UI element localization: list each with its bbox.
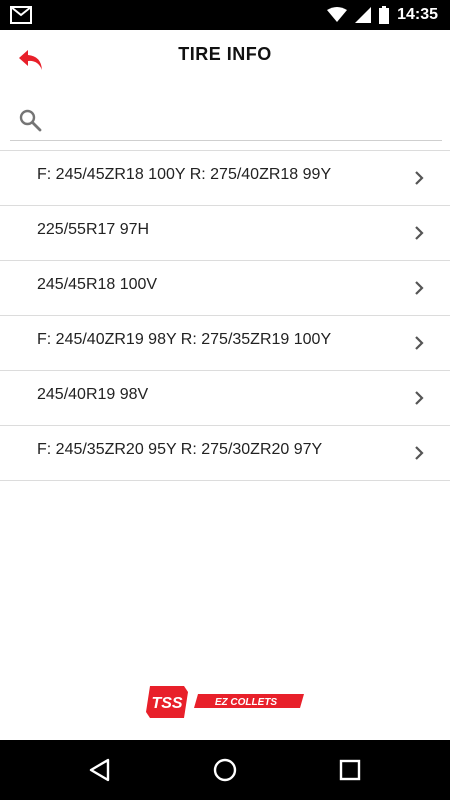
home-circle-icon[interactable] (211, 756, 239, 784)
tire-label: 245/40R19 98V (37, 386, 149, 403)
wifi-icon (327, 7, 348, 22)
tire-row-0[interactable]: F: 245/45ZR18 100Y R: 275/40ZR18 99Y (0, 151, 450, 206)
tire-label: F: 245/45ZR18 100Y R: 275/40ZR18 99Y (37, 166, 332, 183)
recents-square-icon[interactable] (336, 756, 364, 784)
nav-bar (0, 740, 450, 800)
chevron-right-icon (415, 446, 424, 460)
mail-icon (10, 6, 32, 24)
tire-list: F: 245/45ZR18 100Y R: 275/40ZR18 99Y 225… (0, 150, 450, 481)
app-bar: TIRE INFO (0, 30, 450, 86)
tire-label: 225/55R17 97H (37, 221, 150, 238)
search-input[interactable] (54, 106, 438, 136)
search-icon (19, 109, 42, 132)
tire-row-5[interactable]: F: 245/35ZR20 95Y R: 275/30ZR20 97Y (0, 426, 450, 481)
tire-row-1[interactable]: 225/55R17 97H (0, 206, 450, 261)
tire-row-4[interactable]: 245/40R19 98V (0, 371, 450, 426)
page-title: TIRE INFO (178, 44, 272, 64)
tss-ez-collets-logo: TSS EZ COLLETS (146, 686, 304, 718)
tire-label: 245/45R18 100V (37, 276, 158, 293)
clock: 14:35 (397, 6, 438, 23)
logo-collets-text: EZ COLLETS (215, 697, 278, 708)
chevron-right-icon (415, 226, 424, 240)
chevron-right-icon (415, 171, 424, 185)
status-bar: 14:35 (0, 0, 450, 30)
back-triangle-icon[interactable] (86, 756, 114, 784)
tire-label: F: 245/40ZR19 98Y R: 275/35ZR19 100Y (37, 331, 332, 348)
tire-row-3[interactable]: F: 245/40ZR19 98Y R: 275/35ZR19 100Y (0, 316, 450, 371)
tire-row-2[interactable]: 245/45R18 100V (0, 261, 450, 316)
chevron-right-icon (415, 336, 424, 350)
logo-tss-text: TSS (151, 695, 182, 712)
signal-icon (355, 7, 372, 23)
chevron-right-icon (415, 391, 424, 405)
search-bar (10, 100, 442, 141)
tire-label: F: 245/35ZR20 95Y R: 275/30ZR20 97Y (37, 441, 323, 458)
battery-icon (379, 6, 390, 24)
chevron-right-icon (415, 281, 424, 295)
